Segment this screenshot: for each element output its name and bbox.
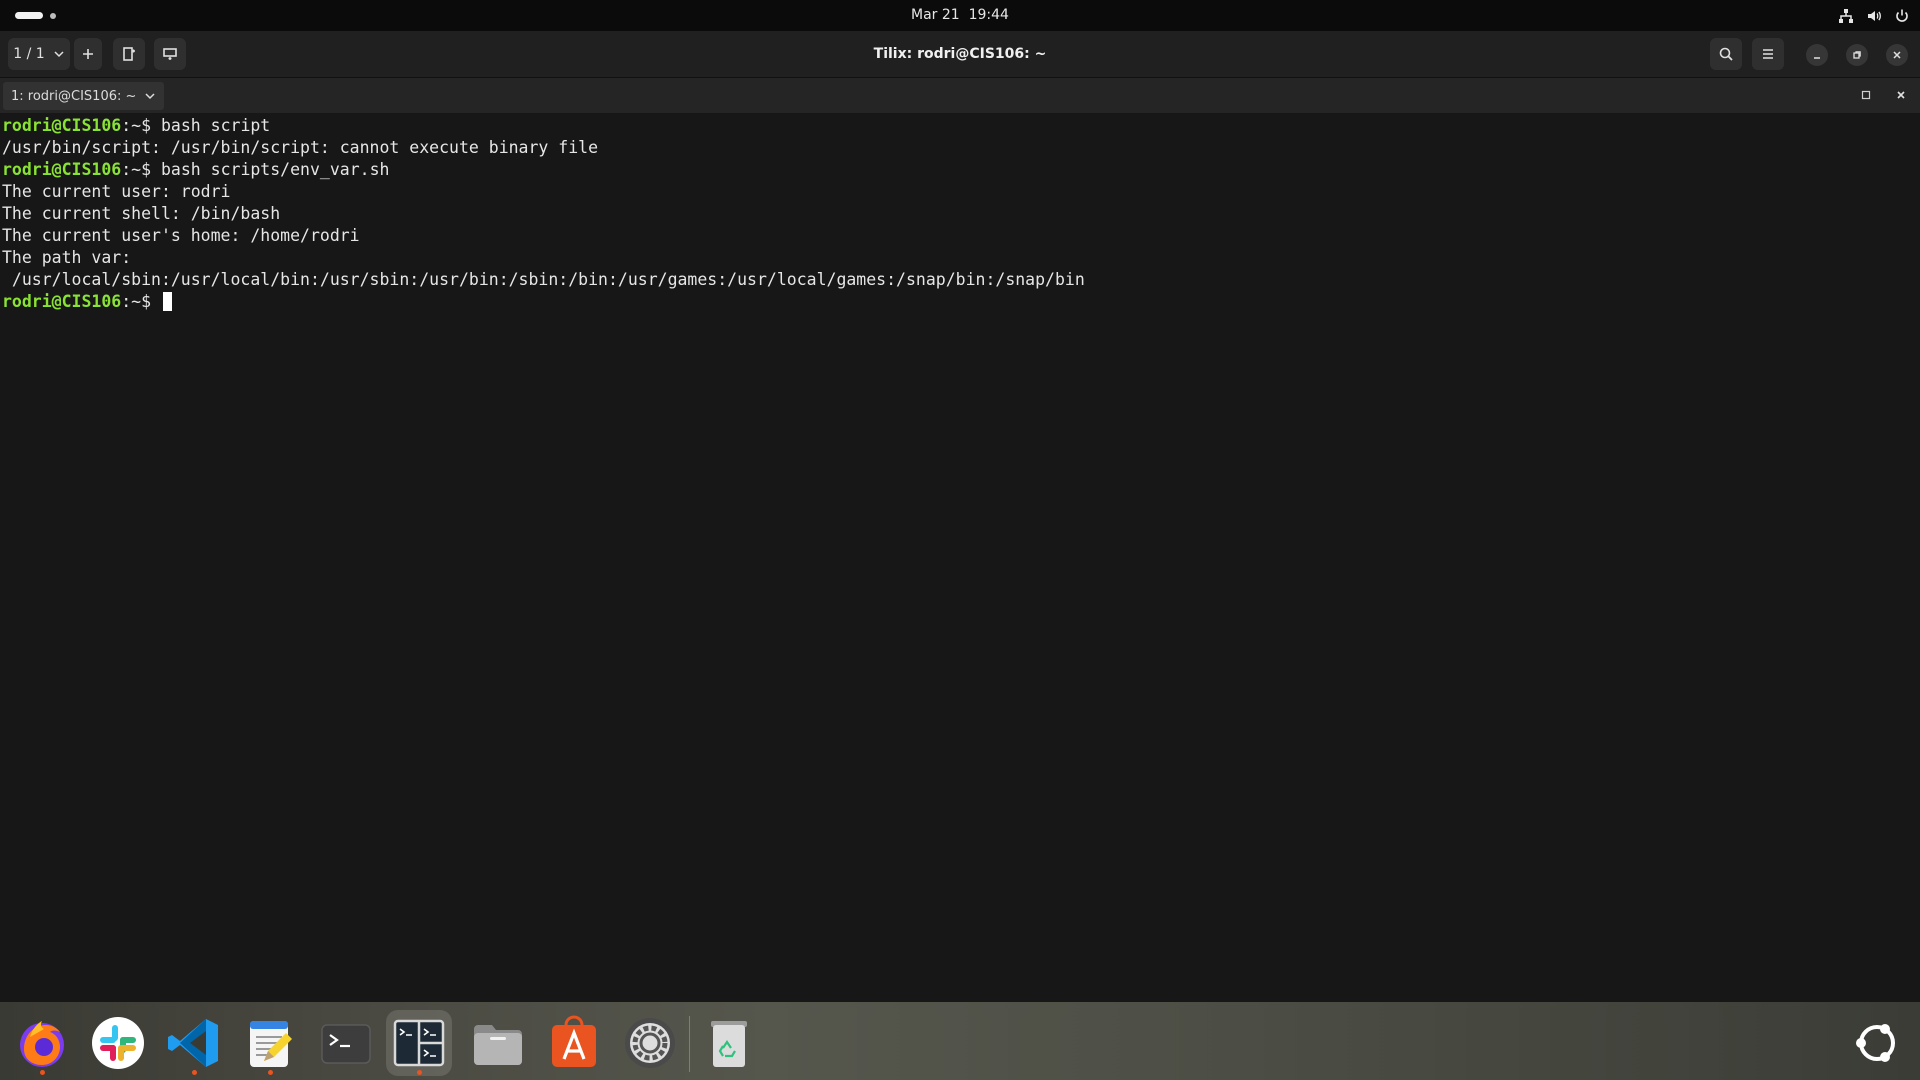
minimize-icon <box>1814 57 1820 59</box>
maximize-icon <box>1861 90 1871 100</box>
hamburger-menu-icon <box>1763 49 1773 59</box>
vscode-icon <box>168 1019 218 1067</box>
clock: Mar 21 19:44 <box>0 0 1920 31</box>
running-indicator <box>417 1070 422 1075</box>
terminal-output-line: The current shell: /bin/bash <box>2 204 281 223</box>
prompt-user-host: rodri@CIS106 <box>2 116 122 135</box>
terminal-close-button[interactable] <box>1893 87 1909 103</box>
split-right-icon <box>123 47 135 61</box>
dock-vscode[interactable] <box>161 1010 227 1076</box>
show-apps-button[interactable] <box>1844 1010 1910 1076</box>
network-icon <box>1836 6 1856 26</box>
plus-icon <box>83 49 93 59</box>
running-indicator <box>40 1070 45 1075</box>
minimize-button[interactable] <box>1806 44 1828 66</box>
dock-separator <box>689 1016 690 1072</box>
prompt-path: :~$ <box>121 116 161 135</box>
power-icon <box>1892 6 1912 26</box>
running-indicator <box>192 1070 197 1075</box>
top-bar: Mar 21 19:44 <box>0 0 1920 31</box>
dock-files[interactable] <box>465 1010 531 1076</box>
close-icon <box>1893 51 1901 59</box>
split-down-icon <box>163 48 177 60</box>
text-editor-icon <box>250 1021 292 1067</box>
workspace-dot <box>50 13 56 19</box>
terminal-output: rodri@CIS106:~$ bash script/usr/bin/scri… <box>2 115 1085 313</box>
search-icon <box>1719 47 1733 61</box>
prompt-user-host: rodri@CIS106 <box>2 292 122 311</box>
dock-app-center[interactable] <box>541 1010 607 1076</box>
restore-button[interactable] <box>1846 44 1868 66</box>
chevron-down-icon <box>54 51 64 58</box>
command-text: bash scripts/env_var.sh <box>160 160 390 179</box>
terminal-output-line: The path var: <box>2 248 132 267</box>
prompt-path: :~$ <box>121 160 161 179</box>
terminal-icon <box>321 1024 371 1064</box>
ubuntu-logo-icon <box>1856 1024 1895 1062</box>
session-switcher-button[interactable]: 1 / 1 <box>8 38 70 70</box>
main-menu-button[interactable] <box>1752 38 1784 70</box>
volume-icon <box>1864 6 1884 26</box>
terminal-output-line: /usr/local/sbin:/usr/local/bin:/usr/sbin… <box>2 270 1085 289</box>
terminal-title-label: 1: rodri@CIS106: ~ <box>11 88 137 104</box>
terminal-prompt-line: rodri@CIS106:~$ bash script <box>2 115 1085 137</box>
running-indicator <box>268 1070 273 1075</box>
restore-icon <box>1853 51 1861 59</box>
terminal-prompt-line: rodri@CIS106:~$ <box>2 291 1085 313</box>
terminal-maximize-button[interactable] <box>1858 87 1874 103</box>
settings-icon <box>625 1018 675 1068</box>
command-text: bash script <box>160 116 271 135</box>
dock-trash[interactable] <box>696 1010 762 1076</box>
terminal-prompt-line: rodri@CIS106:~$ bash scripts/env_var.sh <box>2 159 1085 181</box>
files-icon <box>474 1025 522 1065</box>
dock <box>0 1002 1920 1080</box>
dock-settings[interactable] <box>617 1010 683 1076</box>
app-center-icon <box>552 1015 596 1067</box>
dock-terminal[interactable] <box>313 1010 379 1076</box>
firefox-icon <box>20 1021 64 1067</box>
terminal-output-line: /usr/bin/script: /usr/bin/script: cannot… <box>2 138 599 157</box>
chevron-down-icon <box>145 93 155 100</box>
terminal-title-bar: 1: rodri@CIS106: ~ <box>0 78 1920 113</box>
dock-slack[interactable] <box>85 1010 151 1076</box>
date: Mar 21 <box>911 7 960 23</box>
dock-text-editor[interactable] <box>237 1010 303 1076</box>
text-cursor <box>162 292 172 311</box>
close-button[interactable] <box>1886 44 1908 66</box>
prompt-path: :~$ <box>121 292 161 311</box>
prompt-user-host: rodri@CIS106 <box>2 160 122 179</box>
dock-tilix[interactable] <box>386 1010 452 1076</box>
terminal-output-line: The current user: rodri <box>2 182 231 201</box>
workspace-active-pill <box>15 12 43 19</box>
terminal-area[interactable]: rodri@CIS106:~$ bash script/usr/bin/scri… <box>0 113 1920 1002</box>
split-vertical-button[interactable] <box>113 38 145 70</box>
find-button[interactable] <box>1710 38 1742 70</box>
slack-icon <box>92 1017 144 1069</box>
dock-firefox[interactable] <box>9 1010 75 1076</box>
trash-icon <box>711 1021 747 1067</box>
tilix-icon <box>393 1019 445 1067</box>
window-header-bar: 1 / 1 Tilix: rodri@CIS106: ~ <box>0 31 1920 78</box>
split-horizontal-button[interactable] <box>154 38 186 70</box>
window-title: Tilix: rodri@CIS106: ~ <box>873 46 1047 62</box>
add-session-button[interactable] <box>74 38 102 70</box>
clock-button[interactable]: Mar 21 19:44 <box>911 7 1009 23</box>
session-label: 1 / 1 <box>13 46 45 62</box>
terminal-output-line: The current user's home: /home/rodri <box>2 226 360 245</box>
system-tray[interactable] <box>1836 5 1912 27</box>
close-icon <box>1897 91 1905 99</box>
time: 19:44 <box>968 7 1009 23</box>
terminal-title-button[interactable]: 1: rodri@CIS106: ~ <box>3 82 165 110</box>
